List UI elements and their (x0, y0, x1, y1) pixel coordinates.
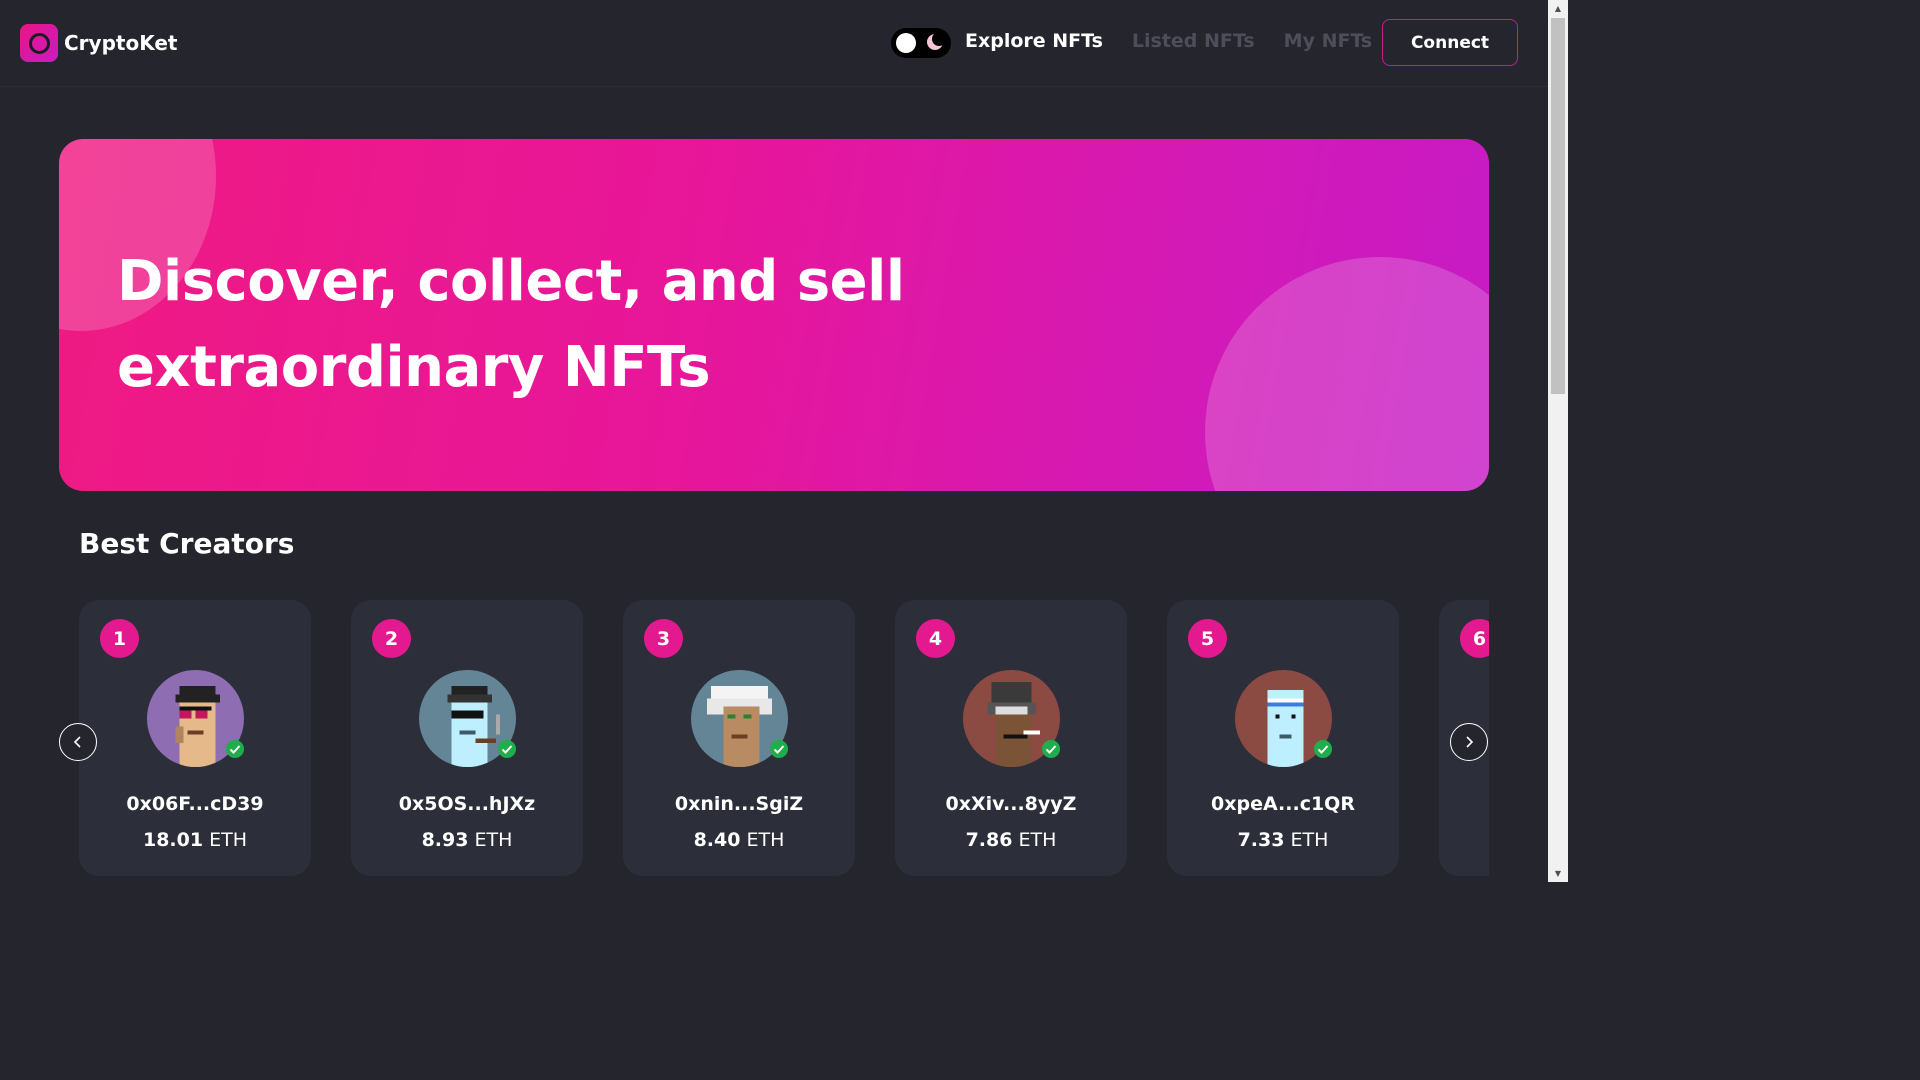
moon-icon (927, 32, 945, 50)
creator-avatar (963, 670, 1060, 767)
creator-address: 0xnin...SgiZ (674, 793, 804, 815)
verified-icon (498, 740, 516, 758)
creators-carousel: 1 0x06F...cD39 18.01 ETH 2 0x5OS...hJXz … (79, 600, 1489, 882)
creator-avatar (147, 670, 244, 767)
creator-amount: 7.86 ETH (965, 829, 1057, 851)
creator-avatar (1235, 670, 1332, 767)
decorative-circle (1205, 257, 1489, 491)
verified-icon (1314, 740, 1332, 758)
logo-icon (20, 24, 58, 62)
creator-amount: 18.01 ETH (142, 829, 248, 851)
creator-card[interactable]: 5 0xpeA...c1QR 7.33 ETH (1167, 600, 1399, 876)
nav-links: Explore NFTs Listed NFTs My NFTs (965, 30, 1401, 52)
creator-address: 0x06F...cD39 (126, 793, 264, 815)
hero-title: Discover, collect, and sell extraordinar… (117, 239, 1017, 411)
creator-amount: 8.93 ETH (421, 829, 513, 851)
creator-avatar (691, 670, 788, 767)
best-creators-title: Best Creators (79, 527, 295, 560)
rank-badge: 6 (1460, 619, 1489, 658)
creator-avatar (419, 670, 516, 767)
chevron-left-icon (73, 736, 81, 748)
creator-card[interactable]: 4 0xXiv...8yyZ 7.86 ETH (895, 600, 1127, 876)
hero-title-line1: Discover, collect, and sell (117, 249, 905, 314)
rank-badge: 1 (100, 619, 139, 658)
creator-card[interactable]: 1 0x06F...cD39 18.01 ETH (79, 600, 311, 876)
nav-explore-nfts[interactable]: Explore NFTs (965, 30, 1103, 52)
rank-badge: 4 (916, 619, 955, 658)
rank-badge: 3 (644, 619, 683, 658)
scroll-down-arrow-icon[interactable]: ▼ (1548, 865, 1568, 882)
scroll-thumb[interactable] (1551, 18, 1565, 394)
creator-card[interactable]: 2 0x5OS...hJXz 8.93 ETH (351, 600, 583, 876)
brand-logo[interactable]: CryptoKet (20, 24, 177, 62)
hero-banner: Discover, collect, and sell extraordinar… (59, 139, 1489, 491)
creator-address: 0xpeA...c1QR (1211, 793, 1355, 815)
chevron-right-icon (1466, 736, 1474, 748)
creator-amount: 8.40 ETH (693, 829, 785, 851)
navbar: CryptoKet Explore NFTs Listed NFTs My NF… (0, 0, 1548, 87)
creator-address: 0x5OS...hJXz (398, 793, 536, 815)
creator-amount: 7.33 ETH (1237, 829, 1329, 851)
theme-toggle[interactable] (891, 28, 951, 58)
hero-title-line2: extraordinary NFTs (117, 335, 711, 400)
rank-badge: 5 (1188, 619, 1227, 658)
creator-address: 0xXiv...8yyZ (945, 793, 1077, 815)
verified-icon (226, 740, 244, 758)
scroll-up-arrow-icon[interactable]: ▲ (1548, 0, 1568, 17)
nav-listed-nfts[interactable]: Listed NFTs (1132, 30, 1255, 52)
page-scrollbar[interactable]: ▲ ▼ (1548, 0, 1568, 882)
brand-name: CryptoKet (64, 31, 178, 55)
nav-my-nfts[interactable]: My NFTs (1284, 30, 1373, 52)
verified-icon (770, 740, 788, 758)
connect-button[interactable]: Connect (1382, 19, 1518, 66)
verified-icon (1042, 740, 1060, 758)
creator-card[interactable]: 3 0xnin...SgiZ 8.40 ETH (623, 600, 855, 876)
toggle-knob (896, 33, 916, 53)
rank-badge: 2 (372, 619, 411, 658)
carousel-prev-button[interactable] (59, 723, 97, 761)
carousel-next-button[interactable] (1450, 723, 1488, 761)
